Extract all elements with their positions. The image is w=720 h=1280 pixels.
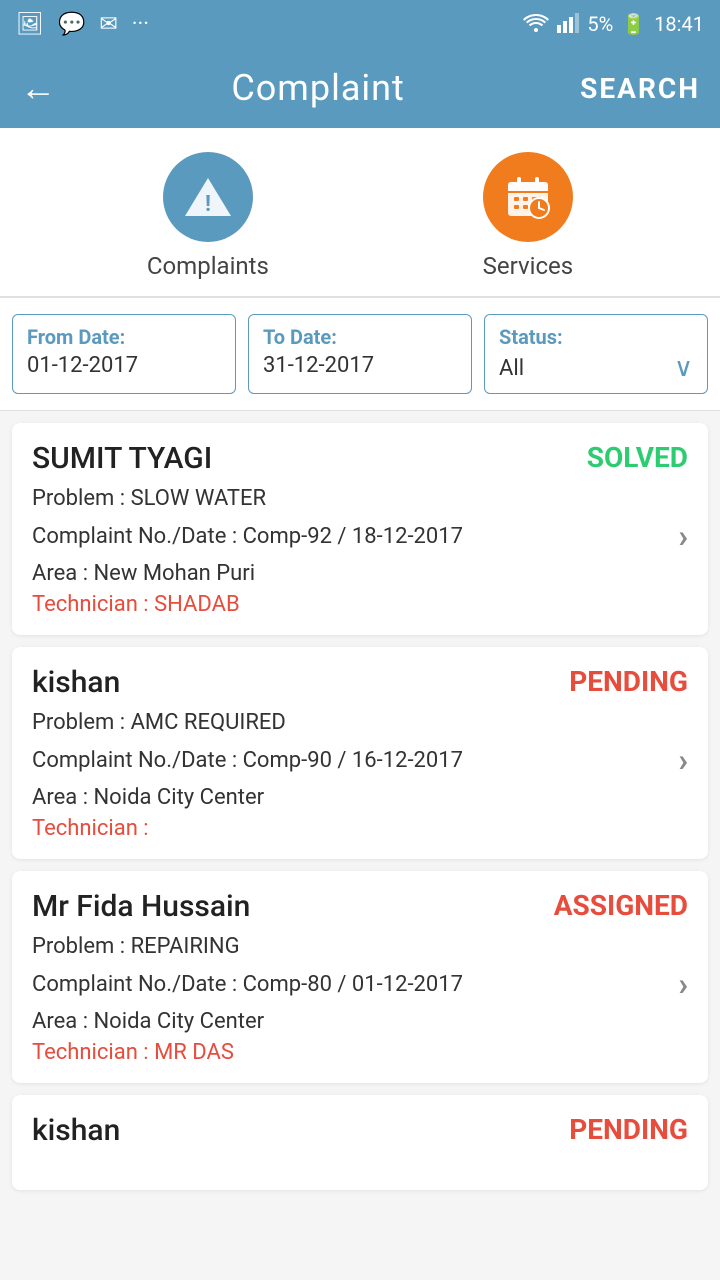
more-icon: ··· bbox=[132, 12, 149, 37]
chevron-right-icon-3: › bbox=[678, 965, 688, 1003]
wifi-icon bbox=[523, 11, 549, 38]
battery-percent: 5% bbox=[587, 12, 613, 36]
status-bar-left: 🖼 💬 ✉ ··· bbox=[16, 12, 149, 37]
chevron-right-icon-1: › bbox=[678, 517, 688, 555]
tab-services[interactable]: Services bbox=[483, 152, 573, 280]
complaint-area-2: Area : Noida City Center bbox=[32, 785, 688, 810]
services-tab-label: Services bbox=[483, 252, 573, 280]
filter-row: From Date: 01-12-2017 To Date: 31-12-201… bbox=[0, 298, 720, 411]
complaint-status-1: SOLVED bbox=[587, 441, 688, 474]
complaint-problem-1: Problem : SLOW WATER bbox=[32, 486, 688, 511]
complaint-card-3[interactable]: Mr Fida Hussain ASSIGNED Problem : REPAI… bbox=[12, 871, 708, 1083]
tabs-section: ! Complaints bbox=[0, 128, 720, 298]
complaints-list: SUMIT TYAGI SOLVED Problem : SLOW WATER … bbox=[0, 411, 720, 1202]
svg-text:!: ! bbox=[205, 192, 211, 217]
mail-icon: ✉ bbox=[99, 12, 117, 37]
complaint-name-2: kishan bbox=[32, 665, 120, 700]
to-date-label: To Date: bbox=[263, 325, 457, 349]
status-filter[interactable]: Status: All ∨ bbox=[484, 314, 708, 394]
complaint-status-3: ASSIGNED bbox=[554, 889, 688, 922]
complaint-area-3: Area : Noida City Center bbox=[32, 1009, 688, 1034]
complaint-card-4[interactable]: kishan PENDING bbox=[12, 1095, 708, 1190]
complaint-problem-3: Problem : REPAIRING bbox=[32, 934, 688, 959]
from-date-label: From Date: bbox=[27, 325, 221, 349]
to-date-value: 31-12-2017 bbox=[263, 353, 457, 378]
app-header: ← Complaint SEARCH bbox=[0, 48, 720, 128]
complaint-status-2: PENDING bbox=[569, 665, 688, 698]
complaint-name-3: Mr Fida Hussain bbox=[32, 889, 250, 924]
complaint-no-1: Complaint No./Date : Comp-92 / 18-12-201… bbox=[32, 524, 666, 549]
status-label: Status: bbox=[499, 325, 693, 349]
complaints-tab-label: Complaints bbox=[147, 252, 269, 280]
from-date-filter[interactable]: From Date: 01-12-2017 bbox=[12, 314, 236, 394]
complaint-name-4: kishan bbox=[32, 1113, 120, 1148]
signal-icon bbox=[557, 11, 579, 38]
to-date-filter[interactable]: To Date: 31-12-2017 bbox=[248, 314, 472, 394]
status-value: All bbox=[499, 356, 524, 381]
from-date-value: 01-12-2017 bbox=[27, 353, 221, 378]
chat-icon: 💬 bbox=[58, 12, 85, 37]
complaint-status-4: PENDING bbox=[569, 1113, 688, 1146]
complaint-technician-2: Technician : bbox=[32, 816, 688, 841]
battery-icon: 🔋 bbox=[621, 12, 646, 36]
complaint-no-3: Complaint No./Date : Comp-80 / 01-12-201… bbox=[32, 972, 666, 997]
services-icon-circle bbox=[483, 152, 573, 242]
complaint-area-1: Area : New Mohan Puri bbox=[32, 561, 688, 586]
complaint-problem-2: Problem : AMC REQUIRED bbox=[32, 710, 688, 735]
tab-complaints[interactable]: ! Complaints bbox=[147, 152, 269, 280]
complaint-no-2: Complaint No./Date : Comp-90 / 16-12-201… bbox=[32, 748, 666, 773]
complaint-card-2[interactable]: kishan PENDING Problem : AMC REQUIRED Co… bbox=[12, 647, 708, 859]
complaint-name-1: SUMIT TYAGI bbox=[32, 441, 212, 476]
chevron-right-icon-2: › bbox=[678, 741, 688, 779]
status-bar: 🖼 💬 ✉ ··· 5% 🔋 18:41 bbox=[0, 0, 720, 48]
complaint-technician-1: Technician : SHADAB bbox=[32, 592, 688, 617]
image-icon: 🖼 bbox=[16, 12, 44, 37]
page-title: Complaint bbox=[231, 67, 405, 109]
clock: 18:41 bbox=[654, 12, 704, 36]
search-button[interactable]: SEARCH bbox=[580, 72, 700, 105]
complaint-card-1[interactable]: SUMIT TYAGI SOLVED Problem : SLOW WATER … bbox=[12, 423, 708, 635]
back-button[interactable]: ← bbox=[20, 67, 56, 109]
status-bar-right: 5% 🔋 18:41 bbox=[523, 11, 704, 38]
complaints-icon-circle: ! bbox=[163, 152, 253, 242]
complaint-technician-3: Technician : MR DAS bbox=[32, 1040, 688, 1065]
chevron-down-icon: ∨ bbox=[674, 353, 693, 383]
